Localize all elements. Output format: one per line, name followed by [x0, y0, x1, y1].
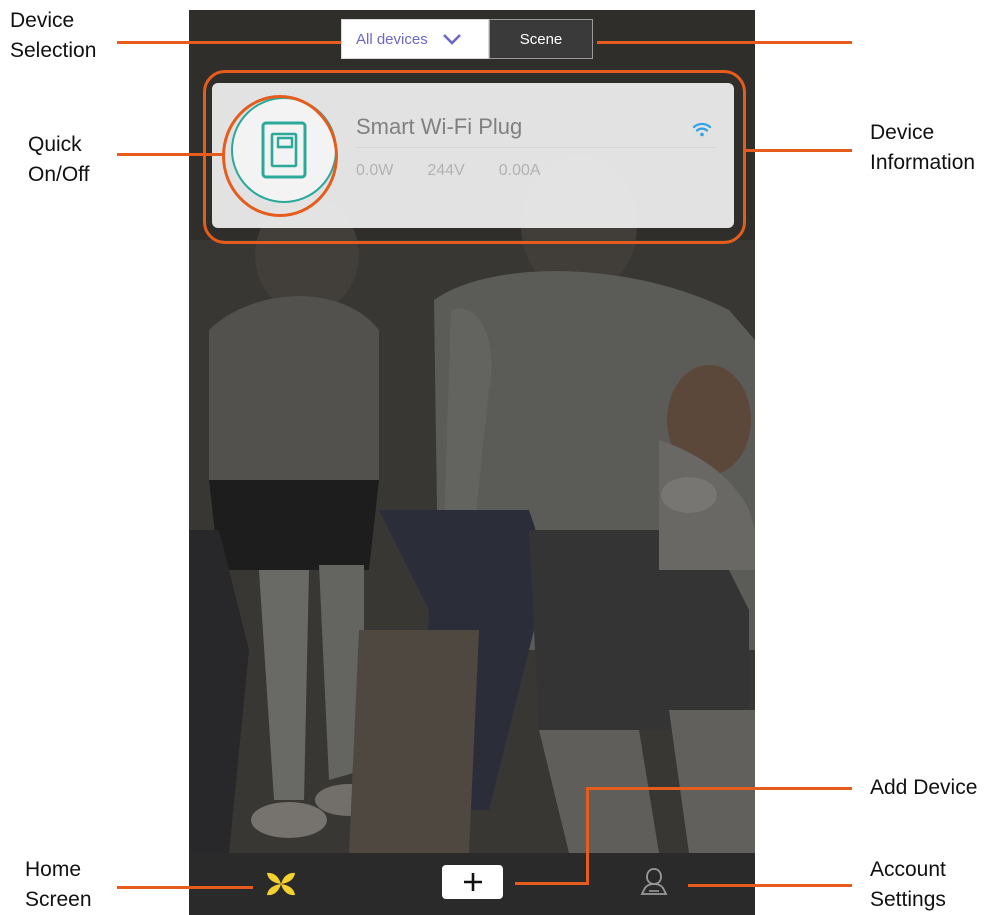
add-device-leader-bottom	[515, 882, 589, 885]
bottom-tab-bar	[189, 853, 755, 915]
plus-icon	[463, 873, 482, 891]
device-information-leader	[745, 149, 852, 152]
device-information-annotation: Device Information	[870, 121, 976, 174]
chevron-down-icon	[442, 34, 461, 45]
all-devices-label: All devices	[356, 30, 428, 48]
home-icon	[267, 872, 295, 896]
home-screen-leader	[117, 886, 253, 889]
add-device-leader-vertical	[586, 787, 589, 885]
scene-leader	[597, 41, 852, 44]
quick-onoff-annotation: Quick On/Off	[28, 133, 90, 186]
account-settings-annotation: Account Settings	[870, 858, 946, 911]
scene-label: Scene	[519, 30, 563, 48]
scene-tab[interactable]: Scene	[489, 19, 593, 59]
add-device-button[interactable]	[442, 865, 503, 899]
all-devices-dropdown[interactable]: All devices	[341, 19, 489, 59]
account-tab[interactable]	[639, 866, 669, 901]
device-selection-leader	[117, 41, 341, 44]
home-screen-annotation: Home Screen	[25, 858, 92, 911]
quick-onoff-leader	[117, 153, 223, 156]
account-settings-leader	[688, 884, 852, 887]
home-tab[interactable]	[264, 869, 298, 904]
account-icon	[640, 868, 668, 895]
add-device-annotation: Add Device	[870, 776, 978, 799]
add-device-leader-top	[586, 787, 852, 790]
quick-onoff-callout-ring	[222, 95, 338, 217]
device-selection-control: All devices Scene	[341, 19, 593, 59]
device-selection-annotation: Device Selection	[10, 9, 97, 62]
